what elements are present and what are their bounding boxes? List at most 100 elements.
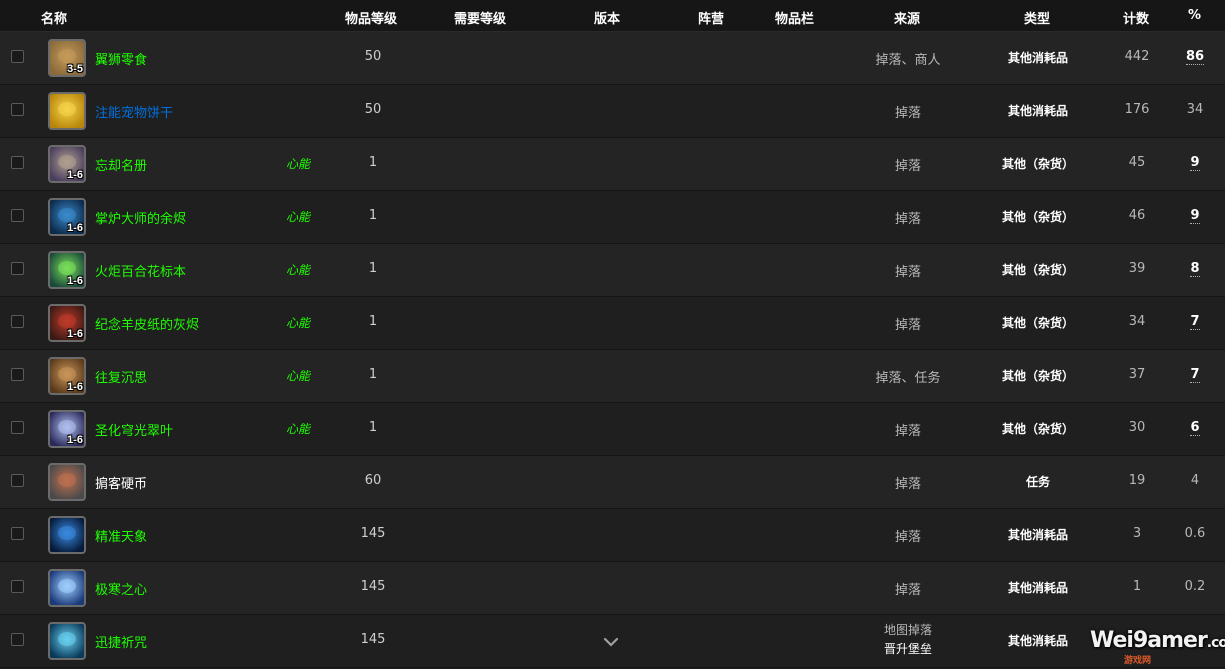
item-name-link[interactable]: 火炬百合花标本 [95,261,186,280]
ember-icon[interactable]: 1-6 [48,198,86,236]
col-item-level[interactable]: 物品等级 [345,8,397,27]
percent-value: 0.6 [1184,526,1206,541]
row-checkbox[interactable] [11,527,24,540]
item-name-link[interactable]: 翼狮零食 [95,49,147,68]
chevron-down-icon[interactable] [602,635,620,649]
item-name-link[interactable]: 圣化穹光翠叶 [95,420,173,439]
watermark-logo: Wei9amer.com [1090,628,1225,668]
source-cell: 掉落、任务 [875,371,941,386]
snack-icon[interactable]: 3-5 [48,39,86,77]
rune-icon[interactable] [48,622,86,660]
table-row[interactable]: 1-6 忘却名册 心能 1 掉落 其他（杂货） 45 9 [0,138,1225,191]
row-checkbox[interactable] [11,474,24,487]
source-line-2[interactable]: 晋升堡垒 [850,640,966,659]
row-checkbox[interactable] [11,50,24,63]
table-row[interactable]: 精准天象 145 掉落 其他消耗品 3 0.6 [0,509,1225,562]
lily-icon[interactable]: 1-6 [48,251,86,289]
table-row[interactable]: 1-6 往复沉思 心能 1 掉落、任务 其他（杂货） 37 7 [0,350,1225,403]
percent-cell[interactable]: 8 [1176,261,1214,277]
percent-value: 9 [1190,208,1200,224]
col-version[interactable]: 版本 [594,8,620,27]
table-row[interactable]: 注能宠物饼干 50 掉落 其他消耗品 176 34 [0,85,1225,138]
source-cell: 掉落、商人 [875,53,941,68]
percent-value: 8 [1190,261,1200,277]
item-name-link[interactable]: 往复沉思 [95,367,147,386]
percent-cell[interactable]: 6 [1176,420,1214,436]
item-level: 1 [368,261,378,276]
item-name-link[interactable]: 忘却名册 [95,155,147,174]
percent-cell[interactable]: 86 [1176,49,1214,65]
item-level: 50 [364,49,382,64]
table-row[interactable]: 1-6 火炬百合花标本 心能 1 掉落 其他（杂货） 39 8 [0,244,1225,297]
count-cell: 37 [1128,367,1146,382]
table-row[interactable]: 1-6 纪念羊皮纸的灰烬 心能 1 掉落 其他（杂货） 34 7 [0,297,1225,350]
source-cell: 掉落 [894,318,921,333]
item-level: 1 [368,420,378,435]
item-level: 1 [368,314,378,329]
table-row[interactable]: 1-6 圣化穹光翠叶 心能 1 掉落 其他（杂货） 30 6 [0,403,1225,456]
count-cell: 39 [1128,261,1146,276]
biscuit-icon[interactable] [48,92,86,130]
percent-cell[interactable]: 9 [1176,155,1214,171]
col-slot[interactable]: 物品栏 [775,8,814,27]
table-row[interactable]: 极寒之心 145 掉落 其他消耗品 1 0.2 [0,562,1225,615]
type-cell: 任务 [1025,475,1050,489]
anima-tag: 心能 [286,210,311,224]
item-name-link[interactable]: 迅捷祈咒 [95,632,147,651]
col-req-level[interactable]: 需要等级 [454,8,506,27]
source-cell: 掉落 [894,106,921,121]
percent-cell[interactable]: 7 [1176,367,1214,383]
count-cell: 46 [1128,208,1146,223]
anima-tag: 心能 [286,157,311,171]
table-row[interactable]: 3-5 翼狮零食 50 掉落、商人 其他消耗品 442 86 [0,32,1225,85]
row-checkbox[interactable] [11,156,24,169]
count-cell: 1 [1132,579,1142,594]
row-checkbox[interactable] [11,368,24,381]
row-checkbox[interactable] [11,262,24,275]
count-cell: 3 [1132,526,1142,541]
source-cell: 掉落 [894,530,921,545]
percent-value: 6 [1190,420,1200,436]
anima-tag: 心能 [286,369,311,383]
ashes-icon[interactable]: 1-6 [48,304,86,342]
item-name-link[interactable]: 掌炉大师的余烬 [95,208,186,227]
percent-cell[interactable]: 9 [1176,208,1214,224]
row-checkbox[interactable] [11,633,24,646]
item-name-link[interactable]: 纪念羊皮纸的灰烬 [95,314,199,333]
leaf-icon[interactable]: 1-6 [48,410,86,448]
percent-value: 4 [1190,473,1200,488]
row-checkbox[interactable] [11,209,24,222]
frost-icon[interactable] [48,569,86,607]
col-percent[interactable]: % [1188,8,1201,23]
item-name-link[interactable]: 掮客硬币 [95,473,147,492]
item-name-link[interactable]: 注能宠物饼干 [95,102,173,121]
col-count[interactable]: 计数 [1123,8,1149,27]
watermark-sub: .com [1206,635,1225,651]
row-checkbox[interactable] [11,315,24,328]
item-name-link[interactable]: 精准天象 [95,526,147,545]
col-type[interactable]: 类型 [1024,8,1050,27]
table-row[interactable]: 1-6 掌炉大师的余烬 心能 1 掉落 其他（杂货） 46 9 [0,191,1225,244]
col-faction[interactable]: 阵营 [698,8,724,27]
table-header: 名称 物品等级 需要等级 版本 阵营 物品栏 来源 类型 计数 % [0,0,1225,32]
coin-icon[interactable] [48,463,86,501]
stack-count: 3-5 [67,63,83,75]
item-level: 1 [368,208,378,223]
percent-value: 9 [1190,155,1200,171]
col-name[interactable]: 名称 [41,8,67,27]
book-icon[interactable]: 1-6 [48,357,86,395]
scroll-icon[interactable]: 1-6 [48,145,86,183]
type-cell: 其他（杂货） [1001,369,1074,383]
row-checkbox[interactable] [11,103,24,116]
starry-icon[interactable] [48,516,86,554]
row-checkbox[interactable] [11,421,24,434]
item-name-link[interactable]: 极寒之心 [95,579,147,598]
col-source[interactable]: 来源 [894,8,920,27]
item-level: 145 [360,579,386,594]
anima-tag: 心能 [286,263,311,277]
percent-cell[interactable]: 7 [1176,314,1214,330]
row-checkbox[interactable] [11,580,24,593]
table-row[interactable]: 掮客硬币 60 掉落 任务 19 4 [0,456,1225,509]
type-cell: 其他消耗品 [1007,51,1068,65]
source-cell: 掉落 [894,424,921,439]
